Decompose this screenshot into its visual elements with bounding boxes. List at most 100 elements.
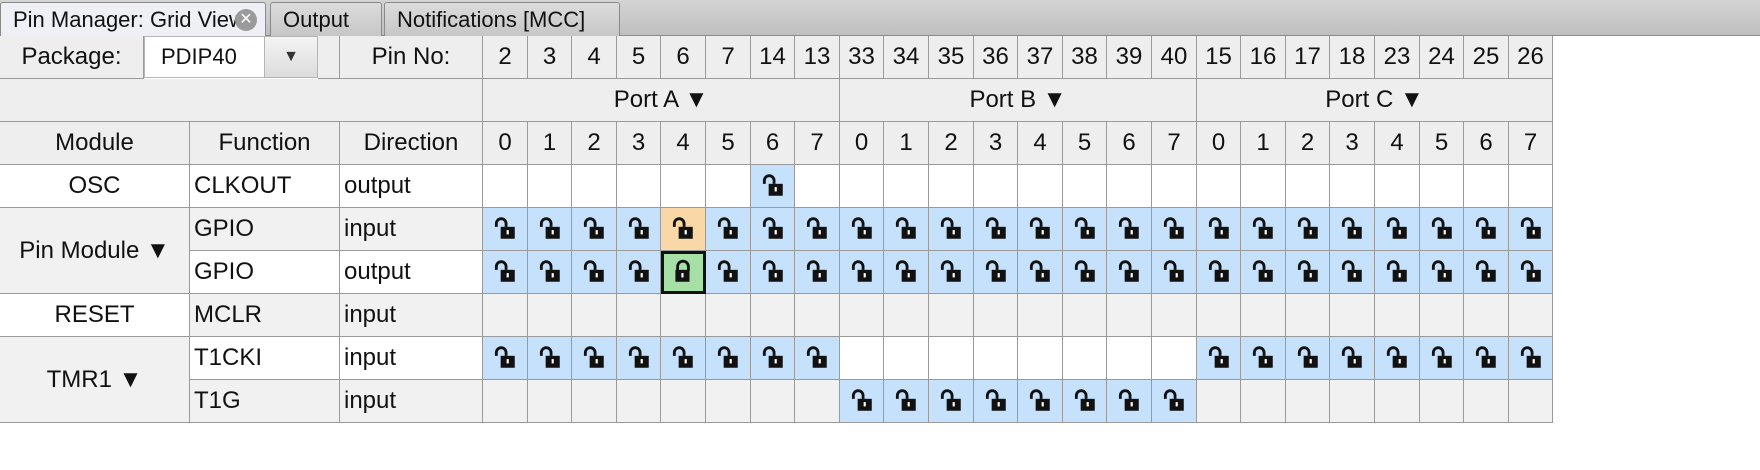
pin-cell[interactable] [617,165,661,208]
pin-cell[interactable] [1197,251,1241,294]
pin-cell[interactable] [1241,251,1286,294]
pin-cell[interactable] [572,165,617,208]
pin-cell[interactable] [840,165,884,208]
pin-cell[interactable] [929,294,974,337]
pin-cell[interactable] [661,165,706,208]
pin-cell[interactable] [1063,251,1107,294]
pin-cell[interactable] [1464,165,1509,208]
pin-cell[interactable] [974,294,1018,337]
pin-cell[interactable] [572,208,617,251]
pin-cell[interactable] [1420,337,1464,380]
pin-cell[interactable] [1375,251,1420,294]
pin-cell[interactable] [1018,251,1063,294]
pin-cell[interactable] [1464,337,1509,380]
pin-cell[interactable] [706,337,751,380]
chevron-down-icon[interactable]: ▼ [264,36,318,78]
pin-cell[interactable] [1152,294,1197,337]
pin-cell[interactable] [483,337,528,380]
pin-cell[interactable] [1063,380,1107,423]
pin-cell[interactable] [483,294,528,337]
pin-cell[interactable] [1375,294,1420,337]
pin-cell[interactable] [1330,208,1375,251]
pin-cell[interactable] [1464,380,1509,423]
pin-cell[interactable] [483,165,528,208]
pin-cell[interactable] [1286,380,1330,423]
pin-cell[interactable] [1286,294,1330,337]
pin-cell[interactable] [706,165,751,208]
pin-cell[interactable] [661,208,706,251]
pin-cell[interactable] [1063,208,1107,251]
pin-cell[interactable] [1420,165,1464,208]
pin-cell[interactable] [840,294,884,337]
pin-cell[interactable] [1375,380,1420,423]
pin-cell[interactable] [1197,208,1241,251]
pin-cell[interactable] [840,208,884,251]
pin-cell[interactable] [884,337,929,380]
pin-cell[interactable] [1063,294,1107,337]
pin-cell[interactable] [1420,380,1464,423]
pin-cell[interactable] [1420,208,1464,251]
pin-cell[interactable] [974,208,1018,251]
pin-cell[interactable] [929,380,974,423]
pin-cell[interactable] [1420,251,1464,294]
pin-cell[interactable] [1018,165,1063,208]
pin-cell[interactable] [617,294,661,337]
pin-cell[interactable] [1241,208,1286,251]
pin-cell[interactable] [1018,380,1063,423]
pin-cell[interactable] [1464,208,1509,251]
pin-cell[interactable] [1018,294,1063,337]
pin-cell[interactable] [751,208,795,251]
port-header[interactable]: Port C ▼ [1197,79,1553,122]
module-cell[interactable]: Pin Module ▼ [0,208,190,294]
pin-cell[interactable] [1464,294,1509,337]
pin-cell[interactable] [1241,165,1286,208]
pin-cell[interactable] [751,337,795,380]
pin-cell[interactable] [1107,251,1152,294]
tab-pin-manager-grid-view[interactable]: Pin Manager: Grid View ✕ [0,2,266,37]
pin-cell[interactable] [1464,251,1509,294]
pin-cell[interactable] [483,208,528,251]
pin-cell[interactable] [1152,380,1197,423]
pin-cell[interactable] [929,251,974,294]
pin-cell[interactable] [1509,208,1553,251]
pin-cell[interactable] [1152,208,1197,251]
pin-cell[interactable] [1330,165,1375,208]
pin-cell[interactable] [1375,165,1420,208]
pin-cell[interactable] [795,380,840,423]
pin-cell[interactable] [1107,208,1152,251]
pin-cell[interactable] [661,294,706,337]
pin-cell[interactable] [1197,337,1241,380]
pin-cell[interactable] [572,337,617,380]
pin-cell[interactable] [661,380,706,423]
pin-cell[interactable] [706,208,751,251]
pin-cell[interactable] [1330,380,1375,423]
pin-cell[interactable] [1107,337,1152,380]
pin-cell[interactable] [840,251,884,294]
pin-cell[interactable] [795,208,840,251]
pin-cell[interactable] [1286,165,1330,208]
pin-cell[interactable] [1063,165,1107,208]
pin-cell[interactable] [483,251,528,294]
pin-cell[interactable] [1286,251,1330,294]
pin-cell[interactable] [1330,294,1375,337]
pin-cell[interactable] [884,208,929,251]
pin-cell[interactable] [661,251,706,294]
pin-cell[interactable] [528,294,572,337]
close-icon[interactable]: ✕ [235,9,257,31]
pin-cell[interactable] [617,337,661,380]
tab-output[interactable]: Output [270,2,382,36]
pin-cell[interactable] [1197,165,1241,208]
pin-cell[interactable] [1107,294,1152,337]
pin-cell[interactable] [1420,294,1464,337]
pin-cell[interactable] [1509,165,1553,208]
pin-cell[interactable] [795,337,840,380]
package-select[interactable]: PDIP40 [144,36,266,78]
pin-cell[interactable] [795,251,840,294]
pin-cell[interactable] [1018,337,1063,380]
pin-cell[interactable] [929,165,974,208]
pin-cell[interactable] [1241,294,1286,337]
pin-cell[interactable] [706,380,751,423]
pin-cell[interactable] [617,380,661,423]
pin-cell[interactable] [483,380,528,423]
pin-cell[interactable] [929,208,974,251]
